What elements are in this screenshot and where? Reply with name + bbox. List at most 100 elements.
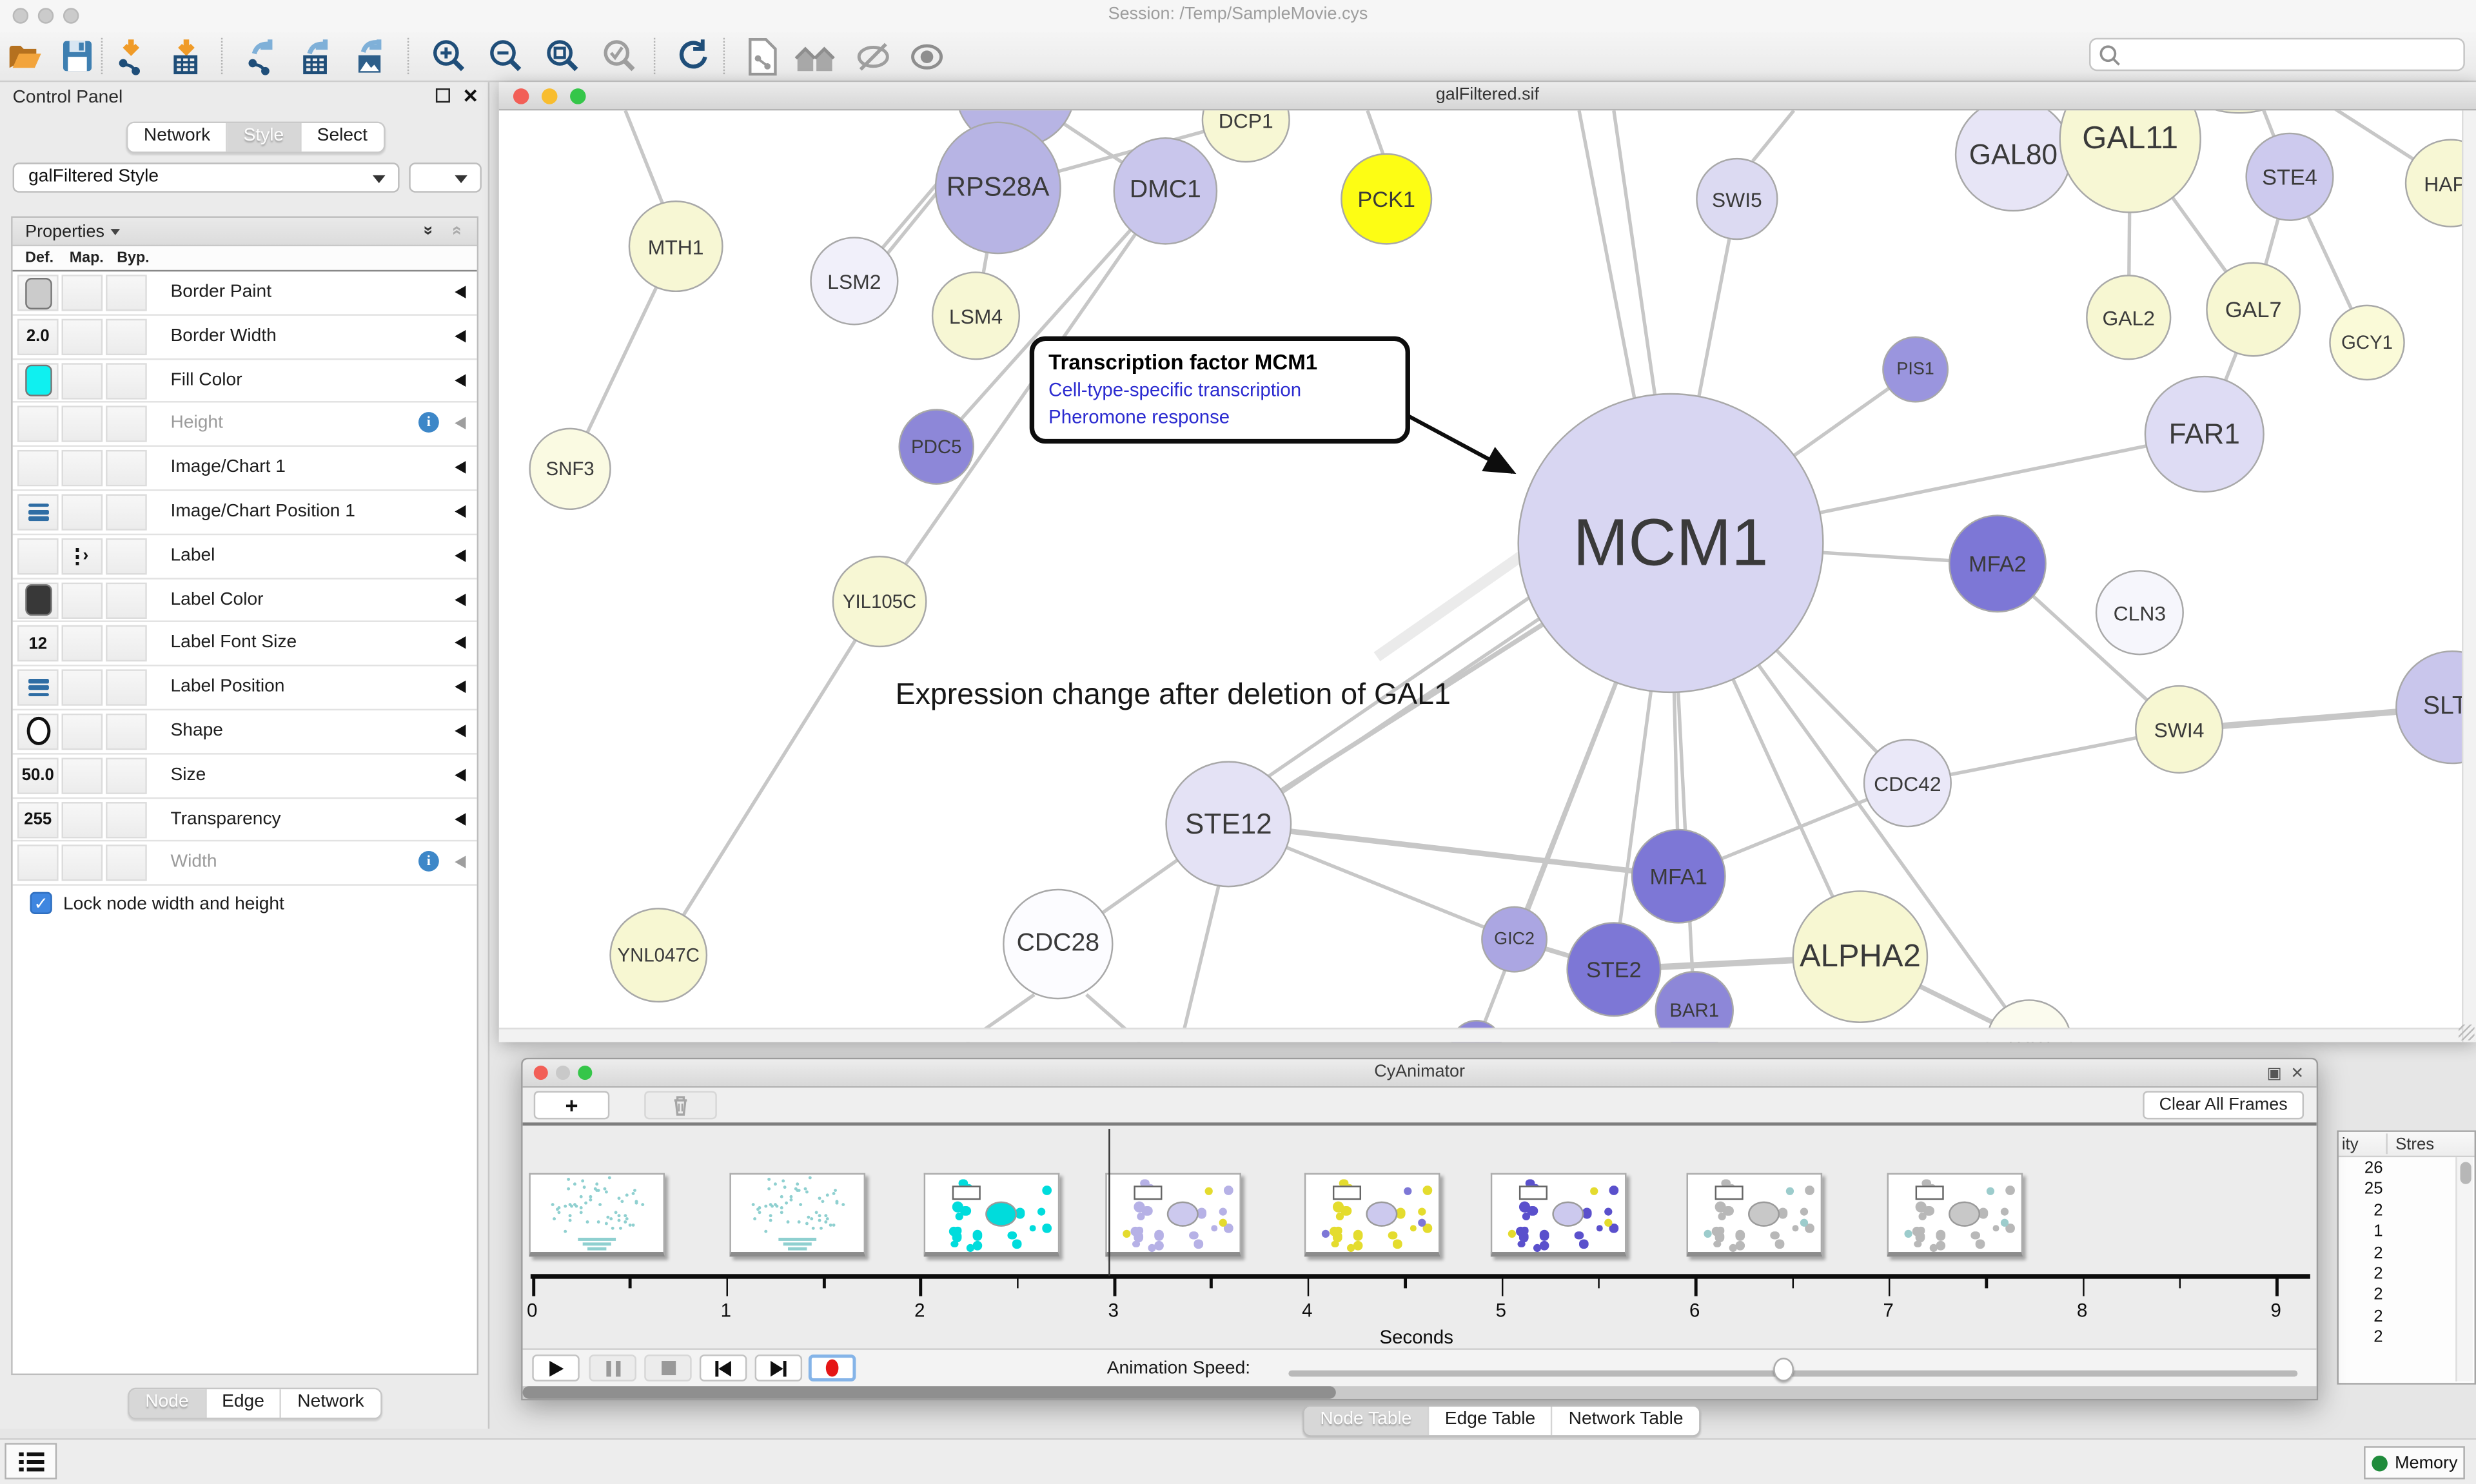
map-cell[interactable]: [62, 757, 103, 794]
frame-thumbnail[interactable]: [729, 1173, 865, 1257]
style-options-button[interactable]: [409, 162, 482, 193]
network-window-titlebar[interactable]: galFiltered.sif: [499, 82, 2476, 110]
frame-thumbnail[interactable]: [1105, 1173, 1241, 1257]
property-row[interactable]: 255Transparency: [13, 798, 477, 842]
frame-thumbnail[interactable]: [1304, 1173, 1440, 1257]
map-cell[interactable]: [62, 406, 103, 442]
network-node-lsm2[interactable]: LSM2: [810, 237, 898, 325]
frame-thumbnail[interactable]: [529, 1173, 665, 1257]
network-node-gal7[interactable]: GAL7: [2206, 262, 2301, 357]
tab-select[interactable]: Select: [301, 123, 383, 151]
map-cell[interactable]: [62, 801, 103, 837]
tab-node-table[interactable]: Node Table: [1304, 1407, 1429, 1435]
speed-slider-thumb[interactable]: [1773, 1358, 1793, 1381]
timeline-scrollbar[interactable]: [523, 1386, 2317, 1399]
network-node-gic2[interactable]: GIC2: [1481, 906, 1548, 973]
annotation-link-2[interactable]: Pheromone response: [1048, 405, 1393, 427]
horizontal-scrollbar[interactable]: [499, 1028, 2462, 1042]
close-panel-icon[interactable]: ✕: [462, 85, 478, 107]
network-node-ste12[interactable]: STE12: [1165, 761, 1292, 887]
expand-row-icon[interactable]: [455, 549, 466, 562]
expand-row-icon[interactable]: [455, 725, 466, 737]
expand-row-icon[interactable]: [455, 286, 466, 298]
resize-grip[interactable]: [2459, 1024, 2474, 1040]
byp-cell[interactable]: [106, 670, 147, 706]
expand-row-icon[interactable]: [455, 637, 466, 650]
property-row[interactable]: 2.0Border Width: [13, 315, 477, 359]
tab-network-table[interactable]: Network Table: [1553, 1407, 1699, 1435]
network-node-dmc1[interactable]: DMC1: [1114, 137, 1218, 245]
export-table-icon[interactable]: [297, 36, 338, 75]
network-node-pck1[interactable]: PCK1: [1341, 153, 1432, 245]
property-row[interactable]: Border Paint: [13, 271, 477, 315]
network-node-mth1[interactable]: MTH1: [629, 200, 723, 292]
map-cell[interactable]: [62, 670, 103, 706]
export-network-icon[interactable]: [242, 36, 283, 75]
close-window-icon[interactable]: ✕: [2291, 1066, 2304, 1083]
network-node-snf3[interactable]: SNF3: [529, 428, 611, 510]
map-cell[interactable]: [62, 845, 103, 881]
clear-all-frames-button[interactable]: Clear All Frames: [2143, 1091, 2304, 1119]
expand-row-icon[interactable]: [455, 856, 466, 869]
def-cell[interactable]: [17, 714, 59, 750]
zoom-in-icon[interactable]: [428, 36, 469, 75]
property-row[interactable]: Heighti: [13, 403, 477, 447]
map-cell[interactable]: [62, 362, 103, 398]
network-node-gal2[interactable]: GAL2: [2086, 275, 2171, 360]
pause-button[interactable]: [589, 1354, 636, 1381]
lock-size-checkbox[interactable]: ✓: [30, 892, 52, 914]
timeline[interactable]: 0123456789 Seconds: [523, 1126, 2317, 1348]
network-node-pdc5[interactable]: PDC5: [898, 409, 974, 485]
expand-row-icon[interactable]: [455, 329, 466, 342]
network-node-ste2[interactable]: STE2: [1566, 922, 1661, 1017]
byp-cell[interactable]: [106, 757, 147, 794]
style-dropdown[interactable]: galFiltered Style: [13, 162, 400, 193]
tab-network[interactable]: Network: [128, 123, 228, 151]
byp-cell[interactable]: [106, 845, 147, 881]
property-row[interactable]: Label Color: [13, 579, 477, 623]
float-window-icon[interactable]: ▣: [2267, 1066, 2282, 1083]
zoom-selected-icon[interactable]: [598, 36, 640, 75]
byp-cell[interactable]: [106, 538, 147, 574]
info-icon[interactable]: i: [418, 413, 439, 433]
def-cell[interactable]: [17, 582, 59, 618]
expand-row-icon[interactable]: [455, 505, 466, 518]
byp-cell[interactable]: [106, 275, 147, 311]
expand-row-icon[interactable]: [455, 812, 466, 825]
delete-frame-button[interactable]: [644, 1091, 717, 1119]
map-cell[interactable]: [62, 450, 103, 486]
expand-row-icon[interactable]: [455, 462, 466, 474]
properties-header[interactable]: Properties » »: [13, 218, 477, 246]
expand-all-icon[interactable]: »: [447, 226, 466, 235]
table-scrollbar[interactable]: [2455, 1157, 2473, 1381]
def-cell[interactable]: [17, 362, 59, 398]
byp-cell[interactable]: [106, 450, 147, 486]
play-button[interactable]: [532, 1354, 579, 1381]
tab-edge[interactable]: Edge: [206, 1389, 282, 1418]
table-scrollbar-thumb[interactable]: [2461, 1162, 2471, 1184]
frame-thumbnail[interactable]: [1887, 1173, 2023, 1257]
property-row[interactable]: ›Label: [13, 535, 477, 579]
task-history-button[interactable]: [5, 1443, 57, 1479]
expand-row-icon[interactable]: [455, 417, 466, 430]
network-node-alpha2[interactable]: ALPHA2: [1793, 890, 1929, 1023]
byp-cell[interactable]: [106, 714, 147, 750]
export-image-icon[interactable]: [351, 36, 392, 75]
byp-cell[interactable]: [106, 318, 147, 355]
network-file-icon[interactable]: [742, 36, 783, 75]
map-cell[interactable]: [62, 582, 103, 618]
network-node-cdc42[interactable]: CDC42: [1863, 739, 1952, 827]
byp-cell[interactable]: [106, 362, 147, 398]
def-cell[interactable]: [17, 670, 59, 706]
expand-row-icon[interactable]: [455, 593, 466, 606]
network-node-mcm1[interactable]: MCM1: [1517, 393, 1823, 693]
byp-cell[interactable]: [106, 494, 147, 530]
frame-thumbnail[interactable]: [1687, 1173, 1823, 1257]
map-cell[interactable]: [62, 714, 103, 750]
cyanimator-titlebar[interactable]: CyAnimator ▣ ✕: [523, 1059, 2317, 1088]
byp-cell[interactable]: [106, 582, 147, 618]
tab-node[interactable]: Node: [130, 1389, 206, 1418]
map-cell[interactable]: [62, 318, 103, 355]
network-node-mfa1[interactable]: MFA1: [1631, 829, 1726, 924]
column-radiality[interactable]: ity: [2342, 1135, 2359, 1154]
